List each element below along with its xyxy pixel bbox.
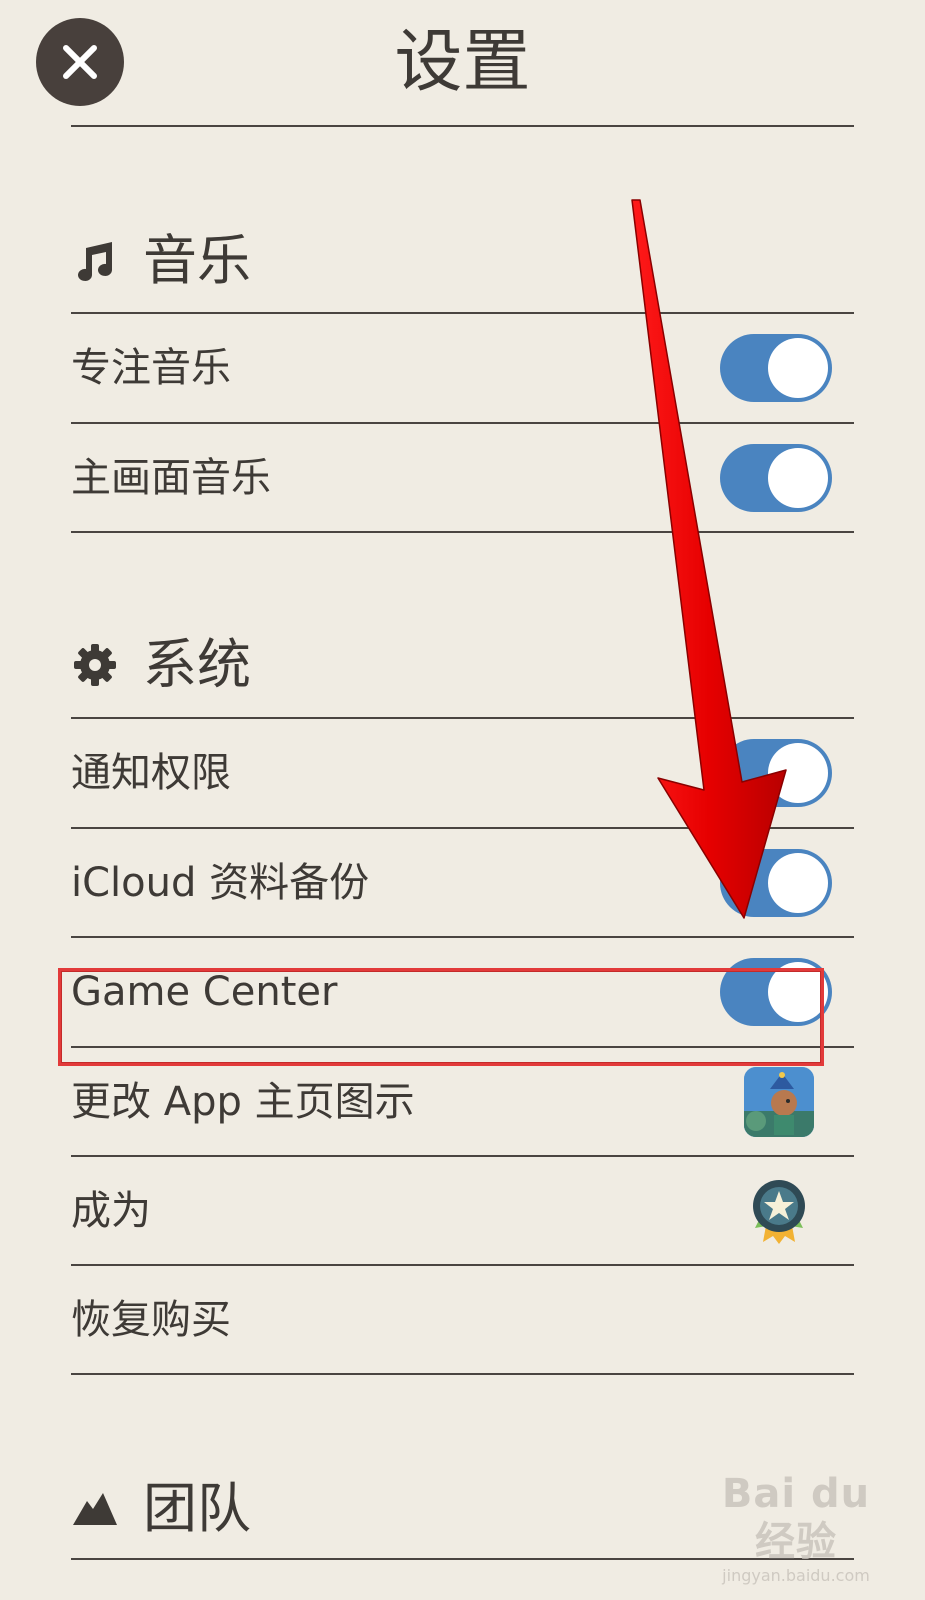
row-label: 成为 (71, 1188, 151, 1234)
section-header-team: 团队 (71, 1474, 251, 1544)
row-label: 专注音乐 (71, 345, 231, 391)
page-title: 设置 (394, 23, 531, 102)
star-badge-icon (744, 1171, 814, 1251)
watermark-url: jingyan.baidu.com (722, 1566, 870, 1585)
section-header-music: 音乐 (71, 226, 251, 296)
watermark-logo-text: Bai du 经验 (721, 1471, 871, 1565)
notification-toggle[interactable] (720, 739, 832, 807)
focus-music-toggle[interactable] (720, 334, 832, 402)
row-icloud-backup[interactable]: iCloud 资料备份 (71, 829, 854, 937)
toggle-knob (768, 338, 828, 398)
section-title-music: 音乐 (143, 229, 251, 292)
app-icon-thumbnail (744, 1067, 814, 1137)
row-label: 恢复购买 (71, 1297, 231, 1343)
divider (71, 531, 854, 533)
row-focus-music[interactable]: 专注音乐 (71, 314, 854, 422)
mountain-icon (71, 1485, 119, 1533)
toggle-knob (768, 962, 828, 1022)
section-header-system: 系统 (71, 630, 251, 700)
toggle-knob (768, 448, 828, 508)
header-divider (71, 125, 854, 127)
row-label: Game Center (71, 969, 338, 1015)
row-label: iCloud 资料备份 (71, 860, 370, 906)
section-title-team: 团队 (143, 1477, 251, 1540)
row-label: 通知权限 (71, 750, 231, 796)
row-label: 主画面音乐 (71, 455, 271, 501)
row-change-app-icon[interactable]: 更改 App 主页图示 (71, 1048, 854, 1156)
row-game-center[interactable]: Game Center (71, 938, 854, 1046)
main-screen-music-toggle[interactable] (720, 444, 832, 512)
game-center-toggle[interactable] (720, 958, 832, 1026)
row-become[interactable]: 成为 (71, 1157, 854, 1265)
row-notification-permission[interactable]: 通知权限 (71, 719, 854, 827)
divider (71, 1373, 854, 1375)
row-restore-purchase[interactable]: 恢复购买 (71, 1266, 854, 1374)
row-label: 更改 App 主页图示 (71, 1079, 415, 1125)
toggle-knob (768, 743, 828, 803)
section-title-system: 系统 (143, 633, 251, 696)
row-main-screen-music[interactable]: 主画面音乐 (71, 424, 854, 532)
music-note-icon (71, 237, 119, 285)
toggle-knob (768, 853, 828, 913)
watermark: Bai du 经验 jingyan.baidu.com (696, 1470, 896, 1585)
gear-icon (71, 641, 119, 689)
icloud-backup-toggle[interactable] (720, 849, 832, 917)
